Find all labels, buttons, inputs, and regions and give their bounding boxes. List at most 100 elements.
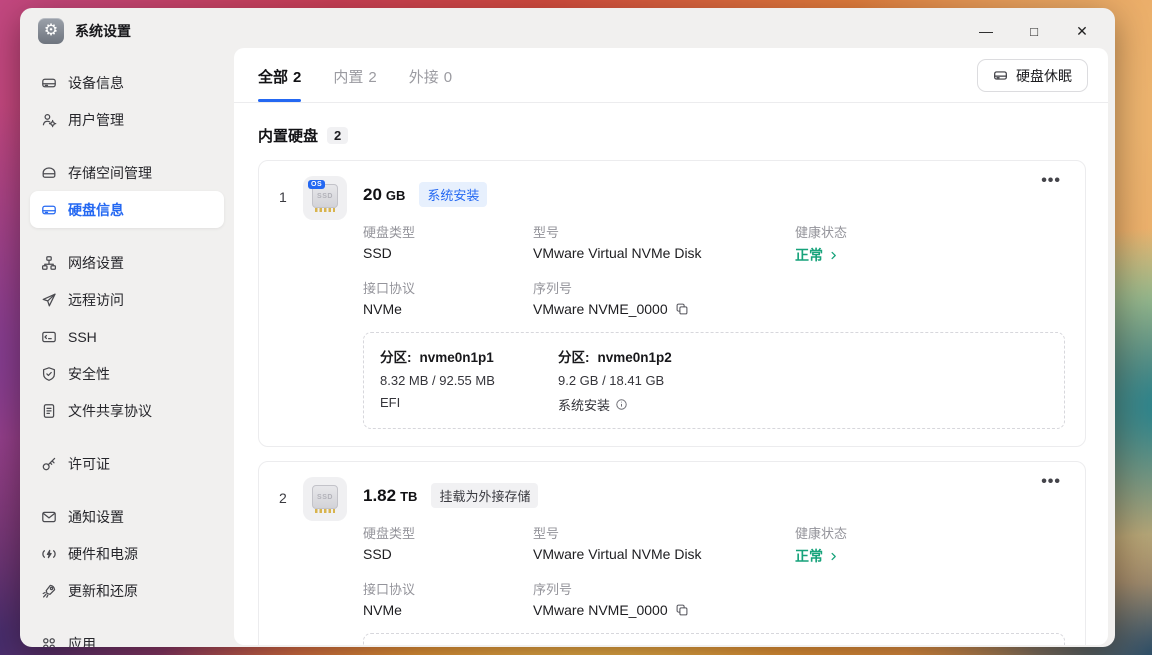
section-head: 内置硬盘 2: [258, 125, 1086, 146]
gear-app-icon: ⚙: [38, 18, 64, 44]
more-menu-icon[interactable]: •••: [1035, 169, 1067, 193]
ssd-pins: [315, 509, 335, 513]
sidebar-item-storage-pool[interactable]: 存储空间管理: [30, 154, 224, 191]
sidebar-item-device-info[interactable]: 设备信息: [30, 64, 224, 101]
field-protocol: 接口协议 NVMe: [363, 579, 533, 618]
disk-tag: 挂载为外接存储: [431, 483, 538, 508]
sidebar: 设备信息 用户管理 存储空间管理 硬盘信息 网络设置: [20, 54, 234, 647]
sidebar-item-file-sharing[interactable]: 文件共享协议: [30, 392, 224, 429]
partition-item: 分区:nvme0n1p1 8.32 MB / 92.55 MB EFI: [380, 346, 558, 414]
update-restore-icon: [41, 583, 57, 599]
remote-access-icon: [41, 292, 57, 308]
panel-header: 全部 2 内置 2 外接 0 硬盘休眠: [234, 48, 1108, 103]
storage-pool-icon: [41, 165, 57, 181]
field-disk-type: 硬盘类型 SSD: [363, 222, 533, 265]
maximize-button[interactable]: □: [1025, 24, 1043, 39]
os-tag: OS: [308, 180, 325, 189]
serial-value: VMware NVME_0000: [533, 602, 668, 618]
sidebar-item-user-management[interactable]: 用户管理: [30, 101, 224, 138]
chevron-right-icon: [828, 250, 839, 261]
tab-count: 2: [293, 69, 301, 86]
disk-hibernate-button[interactable]: 硬盘休眠: [977, 59, 1088, 92]
disk-index: 2: [279, 477, 303, 645]
tab-label: 内置: [333, 69, 363, 86]
tab-count: 0: [444, 69, 452, 86]
field-serial: 序列号 VMware NVME_0000: [533, 579, 795, 618]
field-disk-type: 硬盘类型 SSD: [363, 523, 533, 566]
tab-label: 外接: [409, 69, 439, 86]
hard-disk-icon: [41, 202, 57, 218]
sidebar-item-label: 安全性: [68, 364, 110, 384]
sidebar-item-remote-access[interactable]: 远程访问: [30, 281, 224, 318]
disk-capacity: 1.82TB: [363, 486, 417, 506]
sidebar-item-label: 存储空间管理: [68, 163, 152, 183]
ssd-drive-icon: SSD OS: [303, 176, 347, 220]
sidebar-item-label: 应用: [68, 634, 96, 648]
sidebar-item-label: 用户管理: [68, 110, 124, 130]
apps-grid-icon: [41, 636, 57, 648]
main-panel: 全部 2 内置 2 外接 0 硬盘休眠 内置硬盘 2 •••: [234, 48, 1108, 645]
tab-internal[interactable]: 内置 2: [333, 66, 376, 102]
user-management-icon: [41, 112, 57, 128]
sidebar-item-label: 硬件和电源: [68, 544, 138, 564]
sidebar-item-label: SSH: [68, 329, 97, 345]
gear-icon: ⚙: [44, 23, 58, 39]
sidebar-item-security[interactable]: 安全性: [30, 355, 224, 392]
tab-label: 全部: [258, 69, 288, 86]
hibernate-button-label: 硬盘休眠: [1016, 66, 1072, 86]
health-status-link[interactable]: 正常: [795, 245, 1065, 265]
serial-value: VMware NVME_0000: [533, 301, 668, 317]
window-title: 系统设置: [75, 21, 131, 41]
sidebar-item-notifications[interactable]: 通知设置: [30, 498, 224, 535]
health-status-link[interactable]: 正常: [795, 546, 1065, 566]
tab-all[interactable]: 全部 2: [258, 66, 301, 102]
disk-list: 内置硬盘 2 ••• 1 SSD OS 20GB 系统安装: [234, 103, 1108, 645]
ssd-label: SSD: [317, 494, 333, 501]
sidebar-item-label: 远程访问: [68, 290, 124, 310]
field-health: 健康状态 正常: [795, 523, 1065, 566]
partition-box: 分区:nvme0n2p1 512 B / 196.91 MB VFAT 分区:n…: [363, 633, 1065, 645]
notification-mail-icon: [41, 509, 57, 525]
disk-tag: 系统安装: [419, 182, 487, 207]
sidebar-item-label: 文件共享协议: [68, 401, 152, 421]
partition-box: 分区:nvme0n1p1 8.32 MB / 92.55 MB EFI 分区:n…: [363, 332, 1065, 429]
copy-icon[interactable]: [675, 603, 689, 617]
hardware-power-icon: [41, 546, 57, 562]
field-protocol: 接口协议 NVMe: [363, 278, 533, 317]
sidebar-item-label: 许可证: [68, 454, 110, 474]
copy-icon[interactable]: [675, 302, 689, 316]
sidebar-item-apps[interactable]: 应用: [30, 625, 224, 647]
sidebar-item-label: 设备信息: [68, 73, 124, 93]
health-status: 正常: [795, 245, 823, 265]
disk-index: 1: [279, 176, 303, 429]
minimize-button[interactable]: —: [977, 23, 995, 39]
disk-icon: [993, 68, 1008, 83]
ssd-pins: [315, 208, 335, 212]
sidebar-item-label: 通知设置: [68, 507, 124, 527]
system-settings-window: ⚙ 系统设置 — □ ✕ 设备信息 用户管理 存储空间管理: [20, 8, 1115, 647]
field-model: 型号 VMware Virtual NVMe Disk: [533, 523, 795, 566]
sidebar-item-hardware-power[interactable]: 硬件和电源: [30, 535, 224, 572]
tab-external[interactable]: 外接 0: [409, 66, 452, 102]
sidebar-item-hard-disk-info[interactable]: 硬盘信息: [30, 191, 224, 228]
sidebar-item-label: 硬盘信息: [68, 200, 124, 220]
file-sharing-icon: [41, 403, 57, 419]
network-icon: [41, 255, 57, 271]
sidebar-item-license[interactable]: 许可证: [30, 445, 224, 482]
health-status: 正常: [795, 546, 823, 566]
info-icon[interactable]: [615, 398, 628, 411]
more-menu-icon[interactable]: •••: [1035, 470, 1067, 494]
sidebar-item-label: 更新和还原: [68, 581, 138, 601]
close-button[interactable]: ✕: [1073, 23, 1091, 40]
window-controls: — □ ✕: [977, 23, 1099, 40]
sidebar-item-network-settings[interactable]: 网络设置: [30, 244, 224, 281]
tab-count: 2: [368, 69, 376, 86]
section-title: 内置硬盘: [258, 125, 318, 146]
sidebar-item-ssh[interactable]: SSH: [30, 318, 224, 355]
sidebar-item-update-restore[interactable]: 更新和还原: [30, 572, 224, 609]
disk-capacity: 20GB: [363, 185, 405, 205]
device-info-icon: [41, 75, 57, 91]
chevron-right-icon: [828, 551, 839, 562]
field-model: 型号 VMware Virtual NVMe Disk: [533, 222, 795, 265]
field-health: 健康状态 正常: [795, 222, 1065, 265]
